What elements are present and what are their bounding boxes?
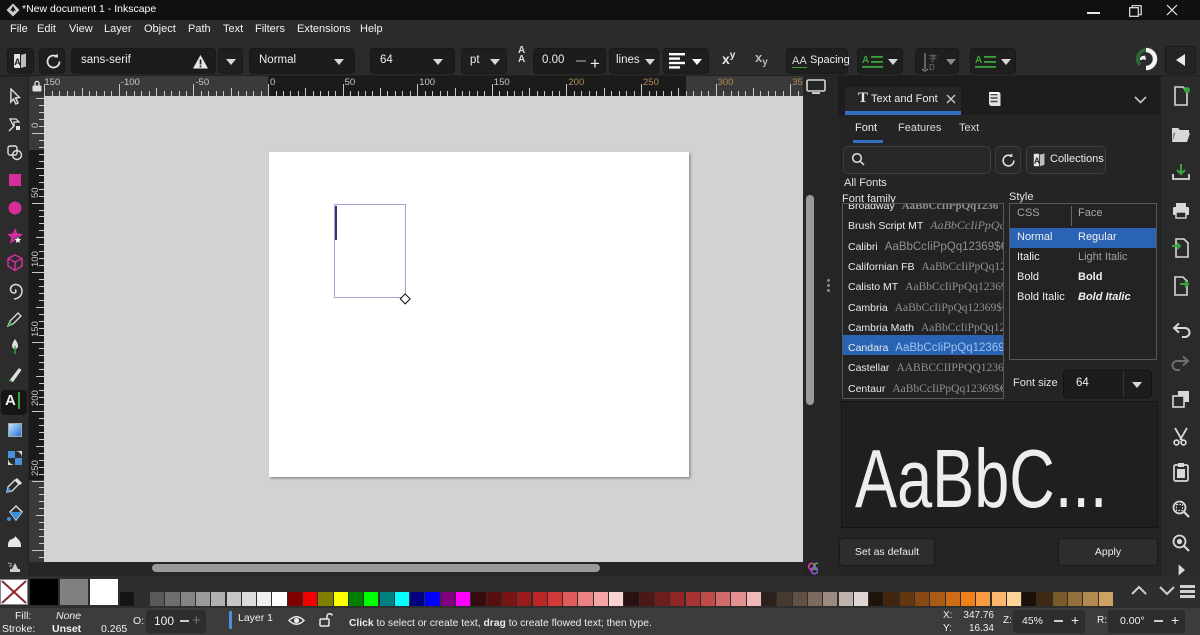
- svg-text:A: A: [862, 55, 869, 66]
- svg-text:A: A: [1034, 157, 1040, 166]
- svg-text:D: D: [929, 63, 935, 72]
- svg-text:A: A: [14, 57, 21, 67]
- svg-text:A: A: [975, 55, 982, 66]
- svg-text:字: 字: [929, 53, 937, 63]
